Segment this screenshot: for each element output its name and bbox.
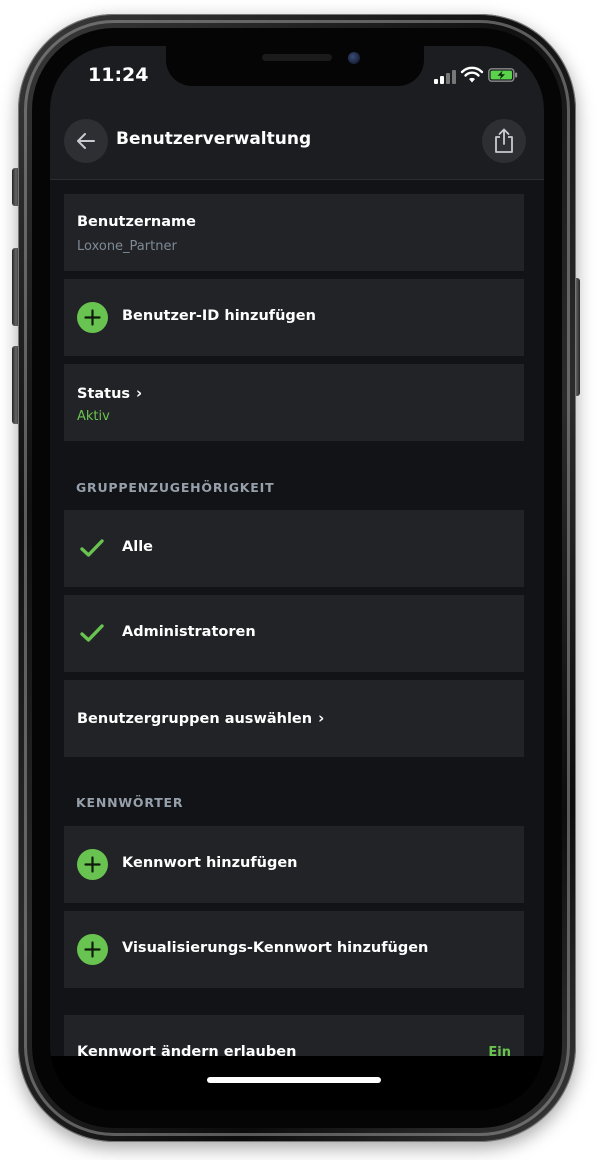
- plus-icon: [77, 302, 108, 333]
- add-password-label: Kennwort hinzufügen: [122, 855, 298, 871]
- front-camera: [348, 52, 360, 64]
- add-user-id-button[interactable]: Benutzer-ID hinzufügen: [64, 279, 524, 356]
- allow-password-change-row[interactable]: Kennwort ändern erlauben Ein: [64, 1015, 524, 1056]
- status-value: Aktiv: [77, 409, 110, 424]
- allow-change-label: Kennwort ändern erlauben: [77, 1044, 297, 1056]
- group-item-all[interactable]: Alle: [64, 510, 524, 587]
- content-area: Benutzername Loxone_Partner Benutzer-ID …: [50, 180, 544, 1056]
- select-groups-label-text: Benutzergruppen auswählen: [77, 711, 313, 727]
- username-label: Benutzername: [77, 214, 196, 230]
- add-password-button[interactable]: Kennwort hinzufügen: [64, 826, 524, 903]
- checkmark-icon: [80, 539, 104, 557]
- status-time: 11:24: [88, 64, 149, 86]
- checkmark-icon: [80, 624, 104, 642]
- username-value: Loxone_Partner: [77, 239, 177, 254]
- header: Benutzerverwaltung: [50, 102, 544, 180]
- plus-icon: [77, 934, 108, 965]
- share-button[interactable]: [482, 119, 526, 163]
- add-visu-password-button[interactable]: Visualisierungs-Kennwort hinzufügen: [64, 911, 524, 988]
- wifi-icon: [460, 66, 484, 83]
- select-groups-label: Benutzergruppen auswählen ›: [77, 709, 324, 727]
- signal-icon: [434, 70, 456, 84]
- chevron-right-icon: ›: [136, 384, 143, 402]
- group-item-administrators[interactable]: Administratoren: [64, 595, 524, 672]
- home-indicator[interactable]: [207, 1077, 381, 1083]
- username-card[interactable]: Benutzername Loxone_Partner: [64, 194, 524, 271]
- add-visu-password-label: Visualisierungs-Kennwort hinzufügen: [122, 940, 429, 956]
- notch: [166, 46, 424, 86]
- page-title: Benutzerverwaltung: [116, 129, 312, 149]
- screen: 11:24 Benutzerverwaltung Benutzername Lo…: [50, 46, 544, 1110]
- group-item-label: Alle: [122, 539, 153, 555]
- chevron-right-icon: ›: [318, 709, 325, 727]
- section-title-groups: GRUPPENZUGEHÖRIGKEIT: [76, 480, 275, 495]
- back-button[interactable]: [64, 119, 108, 163]
- battery-charging-icon: [488, 68, 518, 82]
- share-icon: [495, 128, 513, 153]
- add-user-id-label: Benutzer-ID hinzufügen: [122, 308, 316, 324]
- status-label-text: Status: [77, 386, 131, 402]
- status-card[interactable]: Status › Aktiv: [64, 364, 524, 441]
- allow-change-value[interactable]: Ein: [488, 1045, 511, 1056]
- status-label: Status ›: [77, 384, 142, 402]
- section-title-passwords: KENNWÖRTER: [76, 795, 184, 810]
- speaker: [262, 54, 332, 61]
- arrow-left-icon: [77, 133, 95, 149]
- select-user-groups-button[interactable]: Benutzergruppen auswählen ›: [64, 680, 524, 757]
- plus-icon: [77, 849, 108, 880]
- bottom-bar: [50, 1056, 544, 1110]
- group-item-label: Administratoren: [122, 624, 256, 640]
